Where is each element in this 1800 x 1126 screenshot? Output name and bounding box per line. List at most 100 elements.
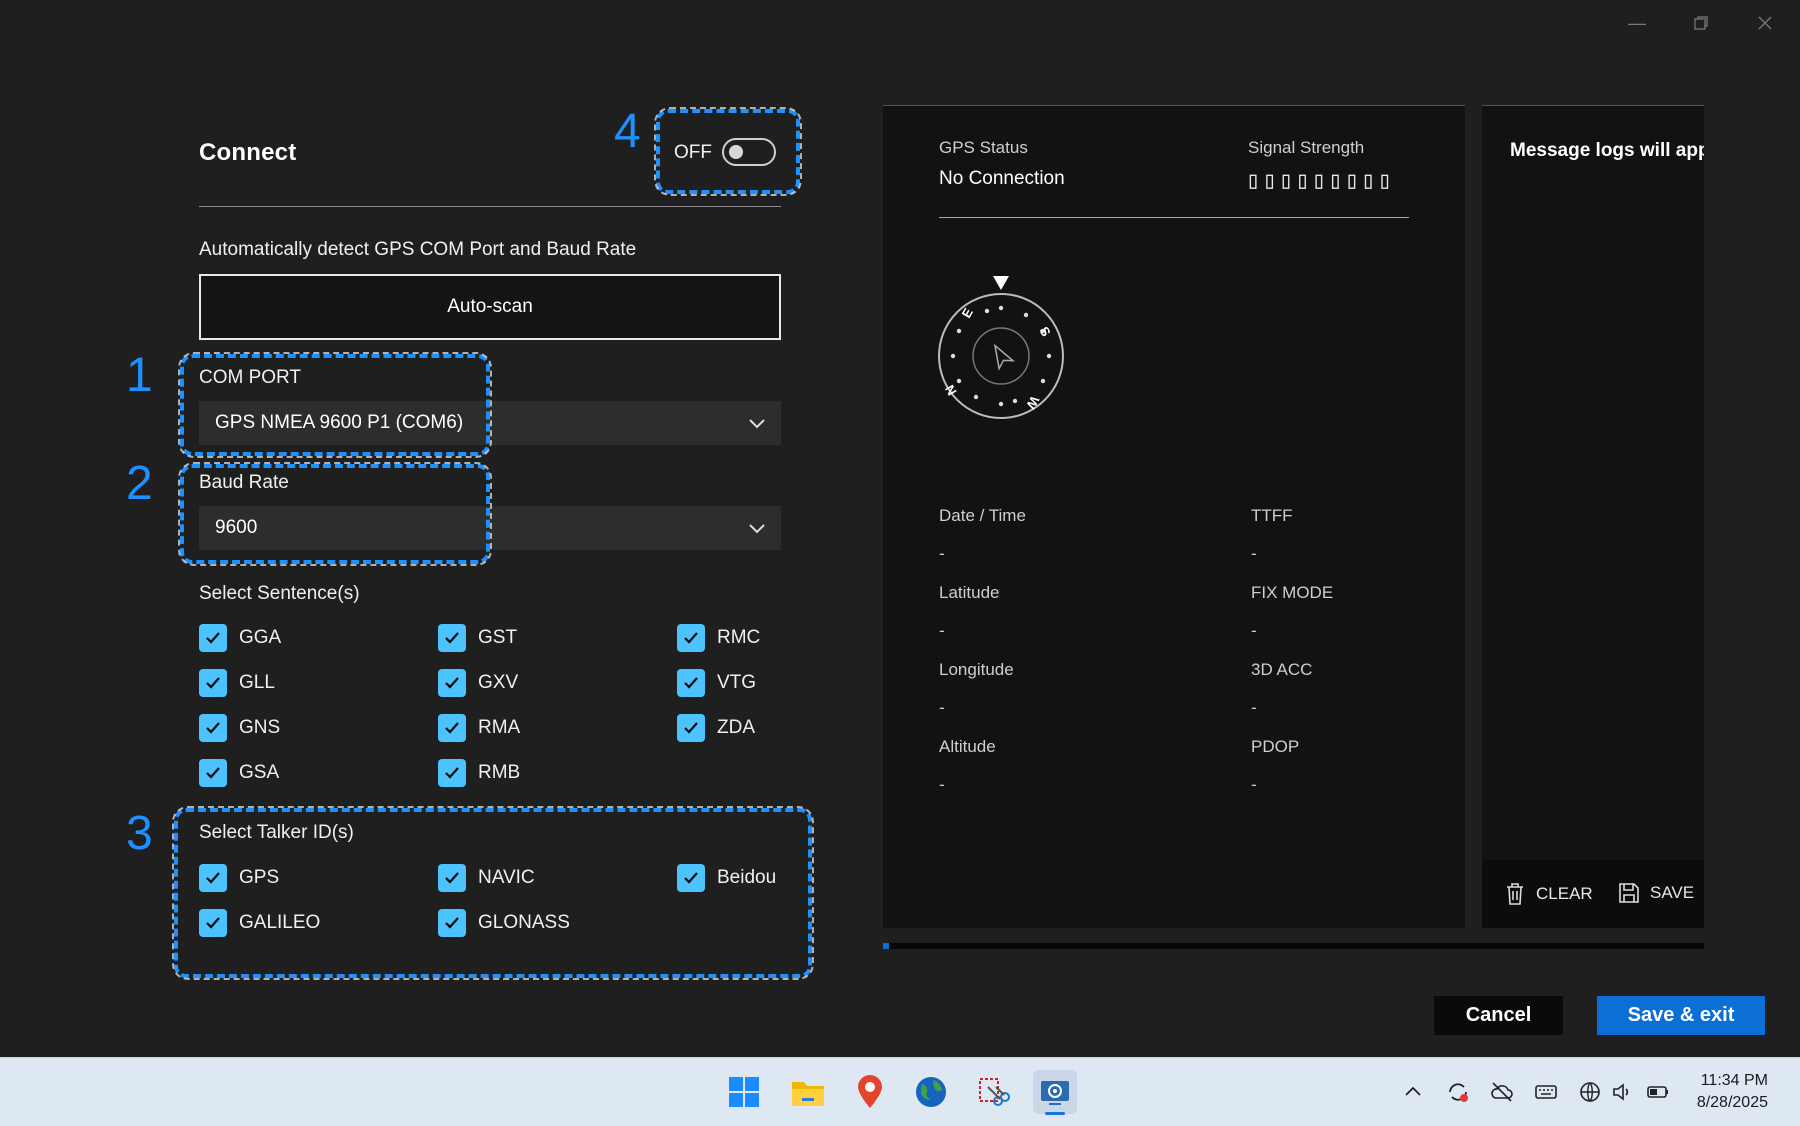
- restore-button[interactable]: [1681, 10, 1721, 36]
- datetime-value: -: [939, 544, 945, 563]
- fix-mode-label: FIX MODE: [1251, 583, 1334, 602]
- clear-label: CLEAR: [1536, 884, 1593, 903]
- battery-icon[interactable]: [1646, 1080, 1670, 1104]
- log-panel: Message logs will app CLEAR SAVE: [1482, 105, 1704, 928]
- save-log-button[interactable]: SAVE: [1618, 882, 1694, 904]
- compass-icon: E S N W: [938, 276, 1064, 419]
- checkbox-gst[interactable]: GST: [438, 624, 517, 652]
- compass-e: E: [959, 305, 976, 320]
- checkmark-icon: [438, 669, 466, 697]
- snipping-tool-button[interactable]: [971, 1070, 1015, 1114]
- close-icon: [1758, 16, 1772, 30]
- gps-status-value: No Connection: [939, 168, 1065, 189]
- network-globe-icon[interactable]: [1578, 1080, 1602, 1104]
- chevron-up-icon[interactable]: [1401, 1080, 1425, 1104]
- 3d-acc-value: -: [1251, 698, 1257, 717]
- checkbox-label: GGA: [239, 627, 282, 648]
- checkmark-icon: [438, 714, 466, 742]
- latitude-label: Latitude: [939, 583, 1000, 602]
- scrollbar-thumb[interactable]: [883, 943, 889, 949]
- checkbox-rmb[interactable]: RMB: [438, 759, 520, 787]
- altitude-value: -: [939, 775, 945, 794]
- checkbox-gll[interactable]: GLL: [199, 669, 275, 697]
- volume-icon[interactable]: [1610, 1080, 1634, 1104]
- checkmark-icon: [199, 669, 227, 697]
- cancel-button[interactable]: Cancel: [1434, 996, 1563, 1035]
- minimize-icon: —: [1628, 13, 1646, 33]
- checkbox-label: GLL: [239, 672, 275, 693]
- save-icon: [1619, 883, 1639, 903]
- callout-number-2: 2: [126, 457, 153, 510]
- keyboard-icon[interactable]: [1534, 1080, 1558, 1104]
- compass-s: S: [1036, 324, 1053, 339]
- 3d-acc-label: 3D ACC: [1251, 660, 1313, 679]
- onedrive-cloud-icon[interactable]: [1490, 1080, 1514, 1104]
- checkbox-label: GSA: [239, 762, 280, 783]
- checkbox-vtg[interactable]: VTG: [677, 669, 756, 697]
- file-explorer-button[interactable]: [786, 1070, 830, 1114]
- globe-browser-button[interactable]: [909, 1070, 953, 1114]
- signal-strength-label: Signal Strength: [1248, 138, 1365, 157]
- gps-settings-app-button[interactable]: [1033, 1070, 1077, 1115]
- checkbox-gns[interactable]: GNS: [199, 714, 280, 742]
- active-app-indicator: [1045, 1112, 1065, 1115]
- horizontal-scrollbar[interactable]: [883, 943, 1704, 949]
- compass-w: W: [1023, 394, 1042, 413]
- save-exit-button[interactable]: Save & exit: [1597, 996, 1765, 1035]
- checkmark-icon: [677, 669, 705, 697]
- checkbox-rma[interactable]: RMA: [438, 714, 520, 742]
- callout-box-2: [178, 462, 492, 566]
- connect-title: Connect: [199, 139, 297, 166]
- datetime-label: Date / Time: [939, 506, 1026, 525]
- checkbox-label: GXV: [478, 672, 519, 693]
- checkbox-label: RMA: [478, 717, 521, 738]
- maps-icon: [858, 1075, 882, 1108]
- gps-status-label: GPS Status: [939, 138, 1028, 157]
- file-explorer-icon: [792, 1082, 824, 1106]
- longitude-value: -: [939, 698, 945, 717]
- checkmark-icon: [438, 759, 466, 787]
- altitude-label: Altitude: [939, 737, 996, 756]
- clock-time: 11:34 PM: [1700, 1072, 1768, 1089]
- clock-date: 8/28/2025: [1696, 1094, 1768, 1111]
- autodetect-text: Automatically detect GPS COM Port and Ba…: [199, 239, 637, 260]
- checkbox-rmc[interactable]: RMC: [677, 624, 760, 652]
- checkbox-gxv[interactable]: GXV: [438, 669, 518, 697]
- callout-box-3: [172, 806, 814, 980]
- minimize-button[interactable]: —: [1617, 10, 1657, 36]
- windows-start-button[interactable]: [722, 1070, 766, 1114]
- gps-settings-app-icon: [1041, 1081, 1069, 1105]
- checkmark-icon: [199, 624, 227, 652]
- sentences-label: Select Sentence(s): [199, 583, 360, 604]
- checkmark-icon: [677, 714, 705, 742]
- callout-number-1: 1: [126, 349, 153, 402]
- callout-number-3: 3: [126, 807, 153, 860]
- taskbar: 11:34 PM 8/28/2025: [0, 1057, 1800, 1126]
- autoscan-button[interactable]: Auto-scan: [199, 274, 781, 340]
- ttff-value: -: [1251, 544, 1257, 563]
- clear-button[interactable]: CLEAR: [1504, 882, 1593, 906]
- checkbox-zda[interactable]: ZDA: [677, 714, 755, 742]
- divider: [199, 206, 781, 207]
- close-button[interactable]: [1745, 10, 1785, 36]
- compass-n: N: [942, 382, 960, 398]
- checkbox-gga[interactable]: GGA: [199, 624, 281, 652]
- windows-start-icon: [729, 1077, 759, 1107]
- sync-icon[interactable]: [1446, 1080, 1470, 1104]
- checkbox-label: ZDA: [717, 717, 755, 738]
- checkbox-label: GST: [478, 627, 518, 648]
- ttff-label: TTFF: [1251, 506, 1293, 525]
- callout-box-4: [654, 107, 802, 196]
- checkbox-label: VTG: [717, 672, 757, 693]
- system-clock[interactable]: 11:34 PM 8/28/2025: [1697, 1070, 1768, 1114]
- gps-divider: [939, 217, 1409, 218]
- log-placeholder: Message logs will app: [1510, 140, 1704, 161]
- callout-number-4: 4: [614, 105, 641, 158]
- callout-box-1: [178, 352, 492, 458]
- fix-mode-value: -: [1251, 621, 1257, 640]
- globe-browser-icon: [916, 1077, 946, 1107]
- trash-icon: [1507, 883, 1523, 905]
- maps-button[interactable]: [848, 1070, 892, 1114]
- checkbox-gsa[interactable]: GSA: [199, 759, 279, 787]
- pdop-label: PDOP: [1251, 737, 1300, 756]
